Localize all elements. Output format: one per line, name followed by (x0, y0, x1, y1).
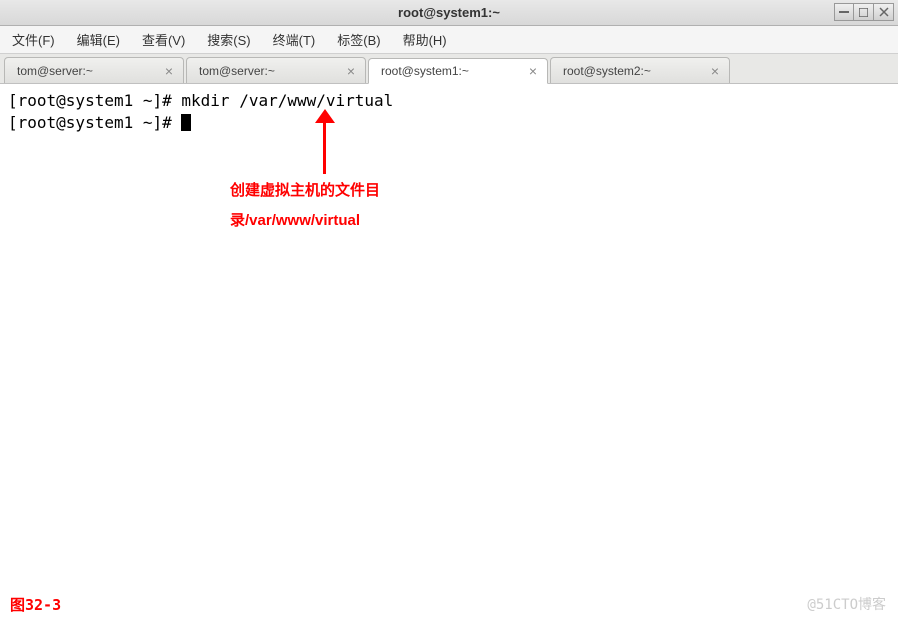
window-controls (834, 3, 894, 21)
menu-search[interactable]: 搜索(S) (203, 28, 254, 51)
tab-label: root@system2:~ (563, 64, 651, 78)
watermark: @51CTO博客 (807, 594, 886, 616)
menu-terminal[interactable]: 终端(T) (269, 28, 320, 51)
annotation-line2: 录/var/www/virtual (230, 206, 430, 236)
minimize-button[interactable] (834, 3, 854, 21)
tab-close-icon[interactable]: × (163, 64, 175, 78)
tab-bar: tom@server:~ × tom@server:~ × root@syste… (0, 54, 898, 84)
tab-label: tom@server:~ (17, 64, 93, 78)
figure-label: 图32-3 (10, 594, 61, 616)
minimize-icon (839, 11, 849, 13)
maximize-button[interactable] (854, 3, 874, 21)
tab-close-icon[interactable]: × (345, 64, 357, 78)
terminal-tab[interactable]: tom@server:~ × (186, 57, 366, 83)
tab-close-icon[interactable]: × (527, 64, 539, 78)
menu-file[interactable]: 文件(F) (8, 28, 59, 51)
terminal-prompt: [root@system1 ~]# (8, 113, 181, 132)
terminal-output[interactable]: [root@system1 ~]# mkdir /var/www/virtual… (0, 84, 898, 624)
menu-view[interactable]: 查看(V) (138, 28, 189, 51)
terminal-line: [root@system1 ~]# mkdir /var/www/virtual (8, 90, 890, 112)
menu-edit[interactable]: 编辑(E) (73, 28, 124, 51)
close-button[interactable] (874, 3, 894, 21)
tab-label: root@system1:~ (381, 64, 469, 78)
maximize-icon (859, 8, 868, 17)
window-title: root@system1:~ (398, 5, 500, 20)
close-icon (879, 7, 889, 17)
annotation-line1: 创建虚拟主机的文件目 (230, 176, 430, 206)
tab-close-icon[interactable]: × (709, 64, 721, 78)
terminal-tab-active[interactable]: root@system1:~ × (368, 58, 548, 84)
annotation-text: 创建虚拟主机的文件目 录/var/www/virtual (230, 176, 430, 236)
tab-label: tom@server:~ (199, 64, 275, 78)
menu-help[interactable]: 帮助(H) (399, 28, 451, 51)
terminal-cursor (181, 114, 191, 131)
terminal-tab[interactable]: root@system2:~ × (550, 57, 730, 83)
window-titlebar: root@system1:~ (0, 0, 898, 26)
menu-tabs[interactable]: 标签(B) (333, 28, 384, 51)
terminal-tab[interactable]: tom@server:~ × (4, 57, 184, 83)
terminal-line: [root@system1 ~]# (8, 112, 890, 134)
menu-bar: 文件(F) 编辑(E) 查看(V) 搜索(S) 终端(T) 标签(B) 帮助(H… (0, 26, 898, 54)
